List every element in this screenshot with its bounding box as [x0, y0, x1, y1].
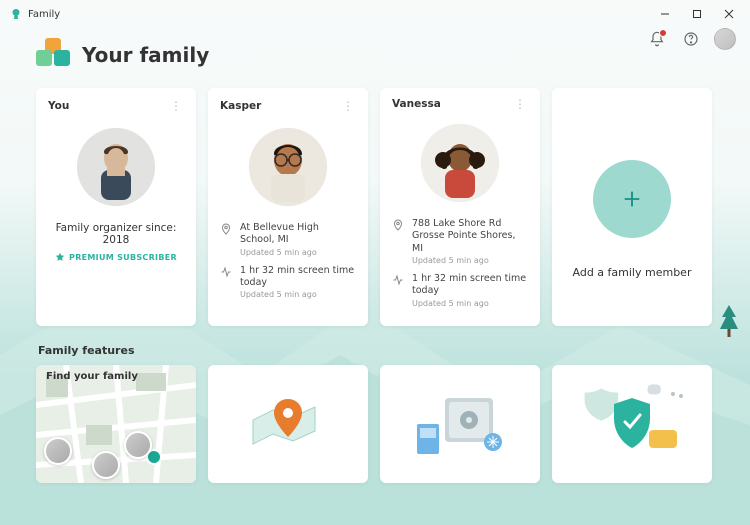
address-line2: Grosse Pointe Shores, MI [412, 230, 528, 255]
card-name: Vanessa [392, 98, 441, 110]
avatar [249, 128, 327, 206]
card-more-icon[interactable]: ⋮ [340, 100, 356, 112]
card-name: You [48, 100, 69, 112]
screentime-updated: Updated 5 min ago [412, 299, 528, 308]
safe-illustration [405, 384, 515, 464]
map-pin-illustration [243, 389, 333, 459]
plus-icon [621, 188, 643, 210]
card-name: Kasper [220, 100, 261, 112]
location-icon [392, 219, 404, 231]
shield-game-illustration [577, 384, 687, 464]
map-member-pin [44, 437, 72, 465]
titlebar: Family [0, 0, 750, 28]
family-logo-icon [36, 38, 70, 72]
features-section-title: Family features [38, 344, 714, 357]
map-member-pin [124, 431, 152, 459]
family-card-you[interactable]: You ⋮ Family organizer since: 2018 PREMI… [36, 88, 196, 326]
screentime-text: 1 hr 32 min screen time today [240, 265, 356, 290]
family-cards-row: You ⋮ Family organizer since: 2018 PREMI… [36, 88, 714, 326]
family-card-kasper[interactable]: Kasper ⋮ At Bellevue High School, MI Upd… [208, 88, 368, 326]
maximize-button[interactable] [682, 3, 712, 25]
feature-card-safety[interactable] [380, 365, 540, 483]
location-updated: Updated 5 min ago [240, 248, 356, 257]
feature-title: Find your family [46, 371, 138, 382]
feature-card-location[interactable] [208, 365, 368, 483]
add-family-member-card[interactable]: Add a family member [552, 88, 712, 326]
minimize-button[interactable] [650, 3, 680, 25]
add-circle [593, 160, 671, 238]
app-icon [10, 8, 22, 20]
map-member-pin [92, 451, 120, 479]
screentime-text: 1 hr 32 min screen time today [412, 273, 528, 298]
activity-icon [392, 274, 404, 286]
card-more-icon[interactable]: ⋮ [512, 98, 528, 110]
screentime-updated: Updated 5 min ago [240, 290, 356, 299]
family-card-vanessa[interactable]: Vanessa ⋮ 788 Lake Shore Rd Grosse Point… [380, 88, 540, 326]
feature-cards-row: Find your family [36, 365, 714, 483]
page-header: Your family [36, 38, 714, 72]
subscriber-label: PREMIUM SUBSCRIBER [69, 253, 177, 262]
window-title: Family [28, 9, 60, 20]
organizer-since: Family organizer since: 2018 [48, 222, 184, 246]
address-line1: 788 Lake Shore Rd [412, 218, 528, 230]
location-icon [220, 223, 232, 235]
location-text: At Bellevue High School, MI [240, 222, 356, 247]
premium-icon [55, 252, 65, 262]
feature-card-find-family[interactable]: Find your family [36, 365, 196, 483]
page-title: Your family [82, 43, 209, 67]
avatar [421, 124, 499, 202]
avatar [77, 128, 155, 206]
card-more-icon[interactable]: ⋮ [168, 100, 184, 112]
add-label: Add a family member [573, 266, 692, 279]
feature-card-gaming[interactable] [552, 365, 712, 483]
activity-icon [220, 266, 232, 278]
close-button[interactable] [714, 3, 744, 25]
location-updated: Updated 5 min ago [412, 256, 528, 265]
